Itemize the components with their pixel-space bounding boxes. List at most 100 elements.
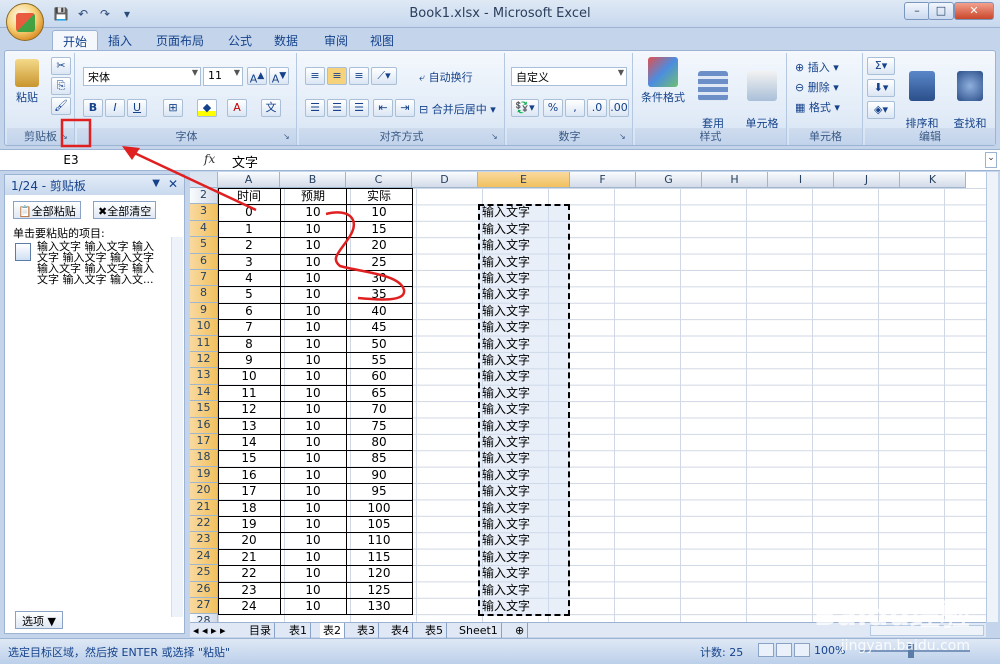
- cell-c27[interactable]: 130: [346, 598, 412, 614]
- cell-c24[interactable]: 115: [346, 549, 412, 565]
- insert-sheet-icon[interactable]: ⊕: [512, 623, 529, 638]
- cell-c19[interactable]: 90: [346, 467, 412, 483]
- format-painter-icon[interactable]: 🖌: [51, 97, 71, 115]
- cell-b21[interactable]: 10: [280, 500, 346, 516]
- cell-c26[interactable]: 125: [346, 582, 412, 598]
- cell-c2[interactable]: 实际: [346, 188, 412, 204]
- cell-a15[interactable]: 12: [218, 401, 280, 417]
- minimize-button[interactable]: –: [904, 2, 930, 20]
- orientation-icon[interactable]: ⟋▾: [371, 67, 397, 85]
- cell-e19[interactable]: 输入文字: [482, 467, 530, 483]
- cell-e20[interactable]: 输入文字: [482, 483, 530, 499]
- formula-content[interactable]: 文字: [232, 152, 258, 171]
- row-header-14[interactable]: 14: [190, 384, 218, 402]
- cell-e11[interactable]: 输入文字: [482, 336, 530, 352]
- number-launcher-icon[interactable]: ↘: [619, 132, 629, 142]
- cell-b15[interactable]: 10: [280, 401, 346, 417]
- cell-a8[interactable]: 5: [218, 286, 280, 302]
- cell-b20[interactable]: 10: [280, 483, 346, 499]
- row-header-23[interactable]: 23: [190, 532, 218, 549]
- sheet-tab-3[interactable]: 表3: [354, 623, 379, 638]
- cell-c15[interactable]: 70: [346, 401, 412, 417]
- insert-function-button[interactable]: fx: [204, 152, 215, 166]
- sheet-tab-4[interactable]: 表4: [388, 623, 413, 638]
- cell-b4[interactable]: 10: [280, 221, 346, 237]
- row-header-7[interactable]: 7: [190, 270, 218, 287]
- cell-a19[interactable]: 16: [218, 467, 280, 483]
- increase-decimal-icon[interactable]: .0: [587, 99, 607, 117]
- pane-menu-icon[interactable]: ▼: [152, 178, 160, 189]
- cell-c8[interactable]: 35: [346, 286, 412, 302]
- cell-a24[interactable]: 21: [218, 549, 280, 565]
- align-left-icon[interactable]: ☰: [305, 99, 325, 117]
- column-header-j[interactable]: J: [834, 172, 900, 188]
- cell-e7[interactable]: 输入文字: [482, 270, 530, 286]
- align-right-icon[interactable]: ☰: [349, 99, 369, 117]
- cell-b23[interactable]: 10: [280, 532, 346, 548]
- row-header-5[interactable]: 5: [190, 237, 218, 254]
- cell-a5[interactable]: 2: [218, 237, 280, 253]
- cell-e17[interactable]: 输入文字: [482, 434, 530, 450]
- column-header-b[interactable]: B: [280, 172, 346, 188]
- percent-button[interactable]: %: [543, 99, 563, 117]
- column-header-k[interactable]: K: [900, 172, 966, 188]
- cell-a7[interactable]: 4: [218, 270, 280, 286]
- tab-insert[interactable]: 插入: [98, 30, 142, 50]
- sheet-tab-1[interactable]: 表1: [286, 623, 311, 638]
- cell-e22[interactable]: 输入文字: [482, 516, 530, 532]
- cell-e24[interactable]: 输入文字: [482, 549, 530, 565]
- cell-c22[interactable]: 105: [346, 516, 412, 532]
- phonetic-icon[interactable]: 文: [261, 99, 281, 117]
- tab-view[interactable]: 视图: [360, 30, 404, 50]
- column-header-h[interactable]: H: [702, 172, 768, 188]
- cell-a3[interactable]: 0: [218, 204, 280, 220]
- conditional-format-button[interactable]: 条件格式: [637, 57, 689, 105]
- name-box[interactable]: E3: [6, 151, 136, 170]
- expand-formula-bar-icon[interactable]: ⌄: [985, 152, 997, 168]
- cell-a4[interactable]: 1: [218, 221, 280, 237]
- cell-b14[interactable]: 10: [280, 385, 346, 401]
- select-all-corner[interactable]: [190, 172, 218, 188]
- cell-c23[interactable]: 110: [346, 532, 412, 548]
- cell-a16[interactable]: 13: [218, 418, 280, 434]
- row-header-24[interactable]: 24: [190, 548, 218, 566]
- cell-b7[interactable]: 10: [280, 270, 346, 286]
- insert-cells-button[interactable]: ⊕ 插入 ▾: [795, 59, 839, 75]
- normal-view-icon[interactable]: [758, 643, 774, 657]
- cell-b26[interactable]: 10: [280, 582, 346, 598]
- paste-button[interactable]: 粘贴: [13, 59, 41, 105]
- close-button[interactable]: ✕: [954, 2, 994, 20]
- tab-review[interactable]: 审阅: [314, 30, 358, 50]
- sheet-tab-2[interactable]: 表2: [320, 623, 345, 638]
- cell-e25[interactable]: 输入文字: [482, 565, 530, 581]
- cell-e10[interactable]: 输入文字: [482, 319, 530, 335]
- row-header-9[interactable]: 9: [190, 302, 218, 320]
- cell-e4[interactable]: 输入文字: [482, 221, 530, 237]
- font-size-combo[interactable]: 11 ▼: [203, 67, 243, 86]
- cell-e3[interactable]: 输入文字: [482, 204, 530, 220]
- row-header-19[interactable]: 19: [190, 466, 218, 484]
- cell-a6[interactable]: 3: [218, 254, 280, 270]
- cell-a21[interactable]: 18: [218, 500, 280, 516]
- office-button[interactable]: [6, 3, 44, 41]
- borders-icon[interactable]: ⊞: [163, 99, 183, 117]
- options-button[interactable]: 选项 ▼: [15, 611, 63, 629]
- format-cells-button[interactable]: ▦ 格式 ▾: [795, 99, 840, 115]
- cell-a11[interactable]: 8: [218, 336, 280, 352]
- row-header-11[interactable]: 11: [190, 335, 218, 352]
- row-header-16[interactable]: 16: [190, 417, 218, 434]
- number-format-combo[interactable]: 自定义 ▼: [511, 67, 627, 86]
- row-header-10[interactable]: 10: [190, 319, 218, 336]
- align-top-icon[interactable]: ≡: [305, 67, 325, 85]
- cell-c4[interactable]: 15: [346, 221, 412, 237]
- cell-e18[interactable]: 输入文字: [482, 450, 530, 466]
- cell-b10[interactable]: 10: [280, 319, 346, 335]
- cell-e14[interactable]: 输入文字: [482, 385, 530, 401]
- cell-b18[interactable]: 10: [280, 450, 346, 466]
- tab-formulas[interactable]: 公式: [218, 30, 262, 50]
- italic-button[interactable]: I: [105, 99, 125, 117]
- cell-b24[interactable]: 10: [280, 549, 346, 565]
- page-layout-view-icon[interactable]: [776, 643, 792, 657]
- cell-a23[interactable]: 20: [218, 532, 280, 548]
- cell-c9[interactable]: 40: [346, 303, 412, 319]
